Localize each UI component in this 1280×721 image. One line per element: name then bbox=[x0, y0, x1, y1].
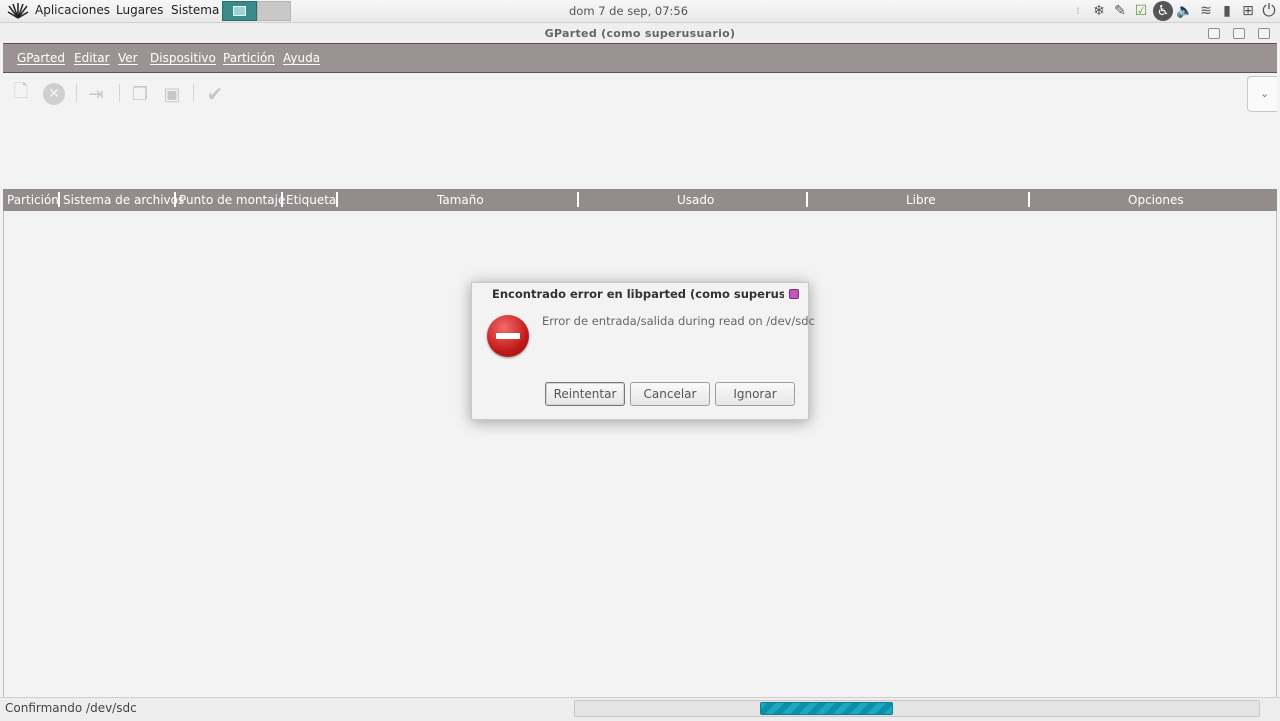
wifi-icon[interactable]: ≋ bbox=[1197, 2, 1215, 20]
toolbar-separator bbox=[76, 84, 77, 102]
paste-icon[interactable]: ▣ bbox=[161, 83, 183, 105]
column-libre[interactable]: Libre bbox=[906, 193, 936, 207]
column-separator bbox=[174, 192, 176, 207]
column-tamano[interactable]: Tamaño bbox=[437, 193, 484, 207]
chevron-down-icon: ⌄ bbox=[1260, 87, 1270, 100]
column-opciones[interactable]: Opciones bbox=[1128, 193, 1184, 207]
dialog-message: Error de entrada/salida during read on /… bbox=[542, 314, 815, 328]
device-selector[interactable]: ⌄ bbox=[1247, 76, 1277, 112]
window-icon bbox=[233, 6, 246, 16]
apply-icon[interactable]: ✔ bbox=[204, 82, 226, 106]
workspace-switcher-icon[interactable]: ⊞ bbox=[1239, 2, 1257, 20]
partition-table-header: Partición Sistema de archivos Punto de m… bbox=[3, 189, 1277, 211]
column-etiqueta[interactable]: Etiqueta bbox=[286, 193, 336, 207]
window-title: GParted (como superusuario) bbox=[544, 27, 736, 40]
close-button[interactable] bbox=[1258, 28, 1270, 39]
tools-icon[interactable]: ✎ bbox=[1111, 2, 1129, 20]
progress-bar-fill bbox=[760, 702, 893, 715]
window-titlebar[interactable]: GParted (como superusuario) bbox=[0, 23, 1280, 43]
ignore-button[interactable]: Ignorar bbox=[715, 382, 795, 406]
menubar: GParted Editar Ver Dispositivo Partición… bbox=[3, 43, 1277, 73]
resize-move-icon[interactable]: ⇥ bbox=[85, 83, 107, 105]
copy-icon[interactable]: ❐ bbox=[129, 83, 151, 105]
retry-button[interactable]: Reintentar bbox=[545, 382, 625, 406]
maximize-button[interactable] bbox=[1233, 28, 1245, 39]
panel-menu-lugares[interactable]: Lugares bbox=[116, 3, 163, 17]
menu-ver[interactable]: Ver bbox=[118, 51, 138, 65]
column-usado[interactable]: Usado bbox=[677, 193, 714, 207]
column-separator bbox=[806, 192, 808, 207]
column-particion[interactable]: Partición bbox=[7, 193, 59, 207]
system-tray: ⁝ ❄ ✎ ☑ ♿ 🔈 ≋ ▮ ⊞ ⏻ bbox=[1069, 1, 1278, 21]
taskbar-dialog-button[interactable] bbox=[257, 1, 291, 21]
column-separator bbox=[336, 192, 338, 207]
delete-icon[interactable]: ✕ bbox=[43, 83, 65, 105]
top-panel: Aplicaciones Lugares Sistema dom 7 de se… bbox=[0, 0, 1280, 23]
status-text: Confirmando /dev/sdc bbox=[5, 701, 137, 715]
update-check-icon[interactable]: ☑ bbox=[1132, 2, 1150, 20]
statusbar: Confirmando /dev/sdc bbox=[0, 697, 1280, 721]
tray-grip-icon: ⁝ bbox=[1076, 5, 1080, 17]
column-punto-de-montaje[interactable]: Punto de montaje bbox=[179, 193, 285, 207]
power-icon[interactable]: ⏻ bbox=[1260, 1, 1278, 21]
column-separator bbox=[281, 192, 283, 207]
new-partition-icon[interactable]: 🗋 bbox=[10, 81, 32, 105]
menu-particion[interactable]: Partición bbox=[223, 51, 275, 65]
distro-logo-icon[interactable] bbox=[7, 2, 29, 20]
toolbar-separator bbox=[193, 84, 194, 102]
menu-ayuda[interactable]: Ayuda bbox=[283, 51, 320, 65]
libparted-error-dialog: Encontrado error en libparted (como supe… bbox=[471, 282, 815, 420]
menu-editar[interactable]: Editar bbox=[74, 51, 110, 65]
volume-icon[interactable]: 🔈 bbox=[1176, 2, 1194, 20]
taskbar-gparted-button[interactable] bbox=[222, 1, 257, 21]
battery-icon[interactable]: ▮ bbox=[1218, 2, 1236, 20]
column-separator bbox=[577, 192, 579, 207]
panel-menu-aplicaciones[interactable]: Aplicaciones bbox=[35, 3, 110, 17]
toolbar-separator bbox=[119, 84, 120, 102]
column-separator bbox=[1028, 192, 1030, 207]
minimize-button[interactable] bbox=[1208, 28, 1220, 39]
weather-icon[interactable]: ❄ bbox=[1090, 2, 1108, 20]
accessibility-icon[interactable]: ♿ bbox=[1153, 1, 1173, 21]
progress-bar bbox=[574, 700, 1260, 717]
column-separator bbox=[58, 192, 60, 207]
cancel-button[interactable]: Cancelar bbox=[630, 382, 710, 406]
dialog-close-icon[interactable] bbox=[789, 289, 799, 299]
error-icon bbox=[487, 315, 529, 357]
dialog-title: Encontrado error en libparted (como supe… bbox=[492, 287, 784, 301]
clock[interactable]: dom 7 de sep, 07:56 bbox=[569, 4, 688, 18]
menu-dispositivo[interactable]: Dispositivo bbox=[150, 51, 216, 65]
menu-gparted[interactable]: GParted bbox=[17, 51, 65, 65]
column-sistema-de-archivos[interactable]: Sistema de archivos bbox=[63, 193, 184, 207]
panel-menu-sistema[interactable]: Sistema bbox=[171, 3, 219, 17]
toolbar: 🗋 ✕ ⇥ ❐ ▣ ✔ ⌄ bbox=[3, 74, 1277, 189]
